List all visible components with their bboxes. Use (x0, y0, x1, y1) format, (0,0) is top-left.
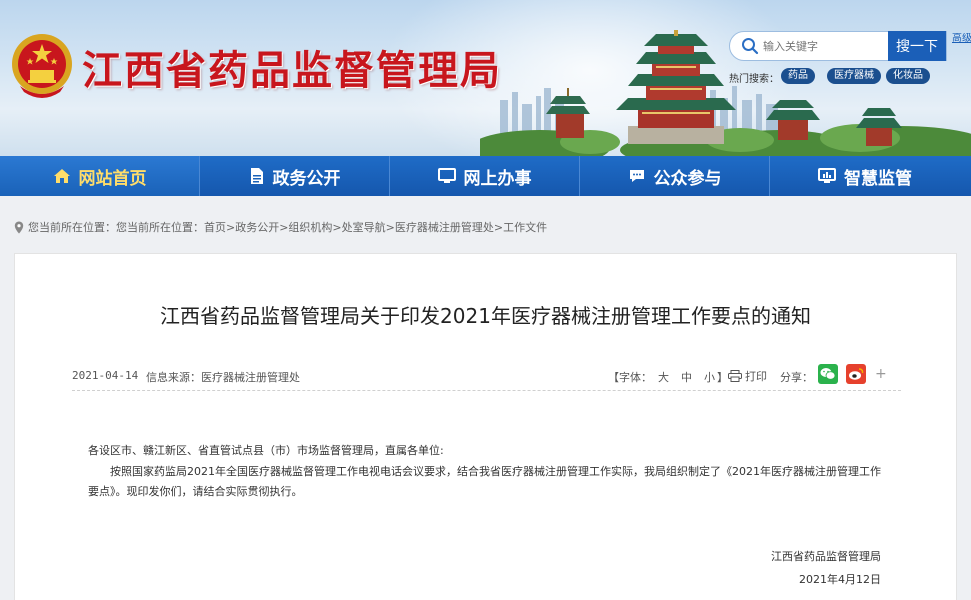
home-icon (53, 169, 70, 183)
nav-public-participation-label: 公众参与 (653, 168, 722, 189)
font-size-large[interactable]: 大 (658, 371, 669, 384)
font-size-control: 【字体： 大中小】 (608, 369, 728, 385)
nav-home-label: 网站首页 (78, 168, 147, 189)
nav-government-affairs-label: 政务公开 (272, 168, 341, 189)
share-weibo-button[interactable] (846, 364, 866, 384)
nav-online-services-label: 网上办事 (463, 168, 532, 189)
font-size-close: 】 (717, 371, 728, 384)
signature-organization: 江西省药品监督管理局 (771, 550, 881, 563)
share-label: 分享： (780, 371, 813, 384)
breadcrumb-text[interactable]: 您当前所在位置：您当前所在位置：首页>政务公开>组织机构>处室导航>医疗器械注册… (28, 219, 547, 235)
share-wechat-button[interactable] (818, 364, 838, 384)
font-size-medium[interactable]: 中 (681, 371, 692, 384)
print-button[interactable]: 打印 (728, 368, 767, 384)
nav-home[interactable]: 网站首页 (0, 156, 200, 196)
breadcrumb: 您当前所在位置：您当前所在位置：首页>政务公开>组织机构>处室导航>医疗器械注册… (14, 219, 547, 235)
search-button[interactable]: 搜一下 (888, 31, 946, 61)
print-label: 打印 (745, 370, 767, 383)
share-more-button[interactable]: + (875, 366, 887, 382)
weibo-icon (849, 368, 864, 380)
nav-government-affairs[interactable]: 政务公开 (200, 156, 390, 196)
wechat-icon (820, 368, 836, 380)
hot-search-label: 热门搜索： (729, 74, 779, 85)
article-meta: 2021-04-14 信息来源：医疗器械注册管理处 【字体： 大中小】 打印 分享… (72, 364, 901, 391)
nav-smart-supervision[interactable]: 智慧监管 (770, 156, 960, 196)
nav-smart-supervision-label: 智慧监管 (844, 168, 912, 189)
article-title: 江西省药品监督管理局关于印发2021年医疗器械注册管理工作要点的通知 (160, 304, 811, 328)
nav-online-services[interactable]: 网上办事 (390, 156, 580, 196)
location-pin-icon (14, 221, 24, 233)
font-size-label: 【字体： (608, 371, 652, 384)
font-size-small[interactable]: 小 (704, 371, 715, 384)
monitor-icon (437, 168, 456, 183)
info-source: 信息来源：医疗器械注册管理处 (146, 371, 300, 384)
chat-icon (629, 170, 644, 182)
dashboard-icon (818, 168, 836, 183)
printer-icon (728, 370, 742, 382)
national-emblem (12, 34, 72, 98)
header-banner: 江西省药品监督管理局 搜一下 高级搜索 热门搜索： 药品 医疗器械 化妆品 (0, 0, 971, 156)
document-icon (250, 168, 263, 184)
advanced-search-link[interactable]: 高级搜索 (952, 33, 971, 45)
nav-public-participation[interactable]: 公众参与 (580, 156, 770, 196)
search-input[interactable] (763, 36, 883, 56)
signature-date: 2021年4月12日 (799, 573, 881, 586)
publish-date: 2021-04-14 (72, 369, 139, 382)
site-title[interactable]: 江西省药品监督管理局 (82, 38, 502, 96)
hot-tag-devices[interactable]: 医疗器械 (827, 68, 881, 84)
hot-tag-cosmetics[interactable]: 化妆品 (886, 68, 930, 84)
hot-tag-drugs[interactable]: 药品 (781, 68, 815, 84)
article-paragraph: 按照国家药监局2021年全国医疗器械监督管理工作电视电话会议要求，结合我省医疗器… (88, 465, 881, 498)
main-nav: 网站首页 政务公开 网上办事 公众参与 智慧监管 (0, 156, 971, 196)
search-icon (742, 38, 759, 55)
article-salutation: 各设区市、赣江新区、省直管试点县（市）市场监督管理局，直属各单位: (88, 444, 444, 457)
